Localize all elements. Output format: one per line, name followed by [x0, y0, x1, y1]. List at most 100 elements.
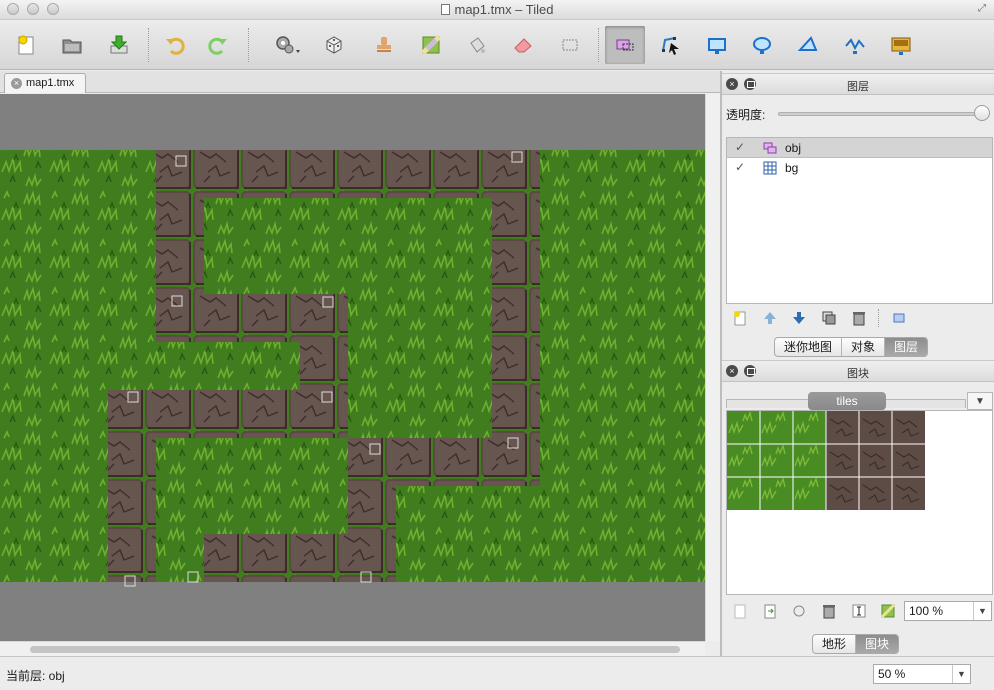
stone-tile: [204, 534, 252, 582]
export-icon: [793, 605, 805, 617]
tab-tileset-tiles[interactable]: tiles: [808, 392, 886, 410]
rectangle-select-icon: [562, 39, 578, 51]
terrain-brush-button[interactable]: [416, 30, 446, 60]
object-layer-icon: [763, 142, 777, 154]
tileset-image[interactable]: [727, 411, 993, 595]
tileset-view[interactable]: [726, 410, 993, 595]
eraser-button[interactable]: [508, 30, 538, 60]
new-tileset-button[interactable]: [730, 601, 750, 621]
insert-polyline-button[interactable]: [840, 30, 870, 60]
stone-tile: [252, 294, 300, 342]
raise-layer-button[interactable]: [760, 308, 780, 328]
tileset-zoom-select[interactable]: 100 % ▼: [904, 601, 992, 621]
status-bar: 当前层: obj 50 % ▼: [0, 656, 994, 690]
add-layer-button[interactable]: [730, 308, 750, 328]
layer-row-obj[interactable]: ✓ obj: [727, 138, 992, 158]
toolbar-separator: [248, 28, 249, 62]
stone-tile: [300, 150, 348, 198]
map-canvas[interactable]: [0, 94, 705, 641]
tab-layers[interactable]: 图层: [885, 338, 928, 356]
chevron-down-icon[interactable]: ▼: [973, 602, 991, 620]
new-layer-icon: [734, 311, 746, 326]
text-cursor-icon: [852, 604, 866, 618]
fullscreen-icon[interactable]: ⤢: [978, 3, 990, 15]
stone-tile: [348, 534, 396, 582]
scroll-thumb[interactable]: [30, 646, 680, 653]
tab-terrains[interactable]: 地形: [813, 635, 857, 653]
new-map-button[interactable]: [11, 30, 41, 60]
new-tileset-icon: [734, 604, 746, 619]
opacity-slider[interactable]: [778, 112, 986, 116]
redo-button[interactable]: [203, 30, 233, 60]
layer-list: ✓ obj ✓ bg: [726, 137, 993, 304]
stone-tile: [156, 294, 204, 342]
panel-title: 图层: [847, 81, 869, 93]
stone-tile: [156, 246, 204, 294]
stone-tile: [492, 246, 540, 294]
tileset-menu-button[interactable]: ▼: [967, 392, 993, 410]
show-hide-others-button[interactable]: [889, 308, 909, 328]
insert-rectangle-icon: [708, 38, 726, 54]
arrow-down-icon: [793, 312, 805, 324]
tileset-properties-button[interactable]: [849, 601, 869, 621]
layers-toolbar: [726, 305, 994, 331]
tileset-tab-bar: tiles ▼: [726, 392, 994, 410]
stone-tile: [108, 390, 156, 438]
insert-polygon-button[interactable]: [793, 30, 823, 60]
tile-layer-icon: [763, 161, 777, 175]
import-icon: [764, 604, 776, 619]
lower-layer-button[interactable]: [789, 308, 809, 328]
vertical-scrollbar[interactable]: [705, 94, 720, 641]
tab-map1[interactable]: × map1.tmx: [4, 73, 86, 93]
stone-tile: [156, 150, 204, 198]
stamp-brush-button[interactable]: [369, 30, 399, 60]
tilesets-panel-header: × 图块: [722, 360, 994, 382]
undo-button[interactable]: [160, 30, 190, 60]
bucket-fill-button[interactable]: [462, 30, 492, 60]
stone-tile: [396, 438, 444, 486]
stamp-icon: [377, 37, 391, 52]
tab-minimap[interactable]: 迷你地图: [775, 338, 843, 356]
trash-icon: [853, 312, 865, 326]
duplicate-layer-button[interactable]: [819, 308, 839, 328]
visibility-checkbox[interactable]: ✓: [735, 161, 748, 174]
delete-tileset-button[interactable]: [819, 601, 839, 621]
layer-row-bg[interactable]: ✓ bg: [727, 158, 992, 178]
close-icon[interactable]: ×: [11, 78, 22, 89]
delete-layer-button[interactable]: [849, 308, 869, 328]
stone-tile: [348, 486, 396, 534]
rectangle-select-button[interactable]: [555, 30, 585, 60]
opacity-slider-handle[interactable]: [974, 105, 990, 121]
insert-ellipse-icon: [753, 37, 771, 54]
terrain-icon: [880, 603, 896, 619]
layer-name: obj: [785, 141, 802, 155]
open-button[interactable]: [57, 30, 87, 60]
random-mode-button[interactable]: [319, 30, 349, 60]
visibility-checkbox[interactable]: ✓: [735, 141, 748, 154]
insert-tile-button[interactable]: [886, 30, 916, 60]
horizontal-scrollbar[interactable]: [0, 641, 705, 656]
map-render[interactable]: [0, 94, 705, 641]
title-bar: map1.tmx – Tiled ⤢: [0, 0, 994, 20]
stone-tile: [108, 534, 156, 582]
tab-objects[interactable]: 对象: [842, 338, 886, 356]
insert-rectangle-button[interactable]: [702, 30, 732, 60]
edit-terrain-button[interactable]: [878, 601, 898, 621]
stone-tile: [156, 198, 204, 246]
tab-tilesets[interactable]: 图块: [856, 635, 899, 653]
select-objects-button[interactable]: [605, 26, 645, 64]
insert-ellipse-button[interactable]: [747, 30, 777, 60]
export-tileset-button[interactable]: [789, 601, 809, 621]
save-button[interactable]: [104, 30, 134, 60]
stone-tile: [492, 438, 540, 486]
stone-tile: [204, 294, 252, 342]
commands-button[interactable]: [268, 30, 310, 60]
edit-polygons-button[interactable]: [655, 30, 685, 60]
stone-tile: [252, 150, 300, 198]
chevron-down-icon[interactable]: ▼: [952, 665, 970, 683]
folder-icon: [62, 39, 82, 54]
stone-tile: [300, 342, 348, 390]
opacity-label: 透明度:: [726, 108, 766, 122]
import-tileset-button[interactable]: [760, 601, 780, 621]
map-zoom-select[interactable]: 50 % ▼: [873, 664, 971, 684]
